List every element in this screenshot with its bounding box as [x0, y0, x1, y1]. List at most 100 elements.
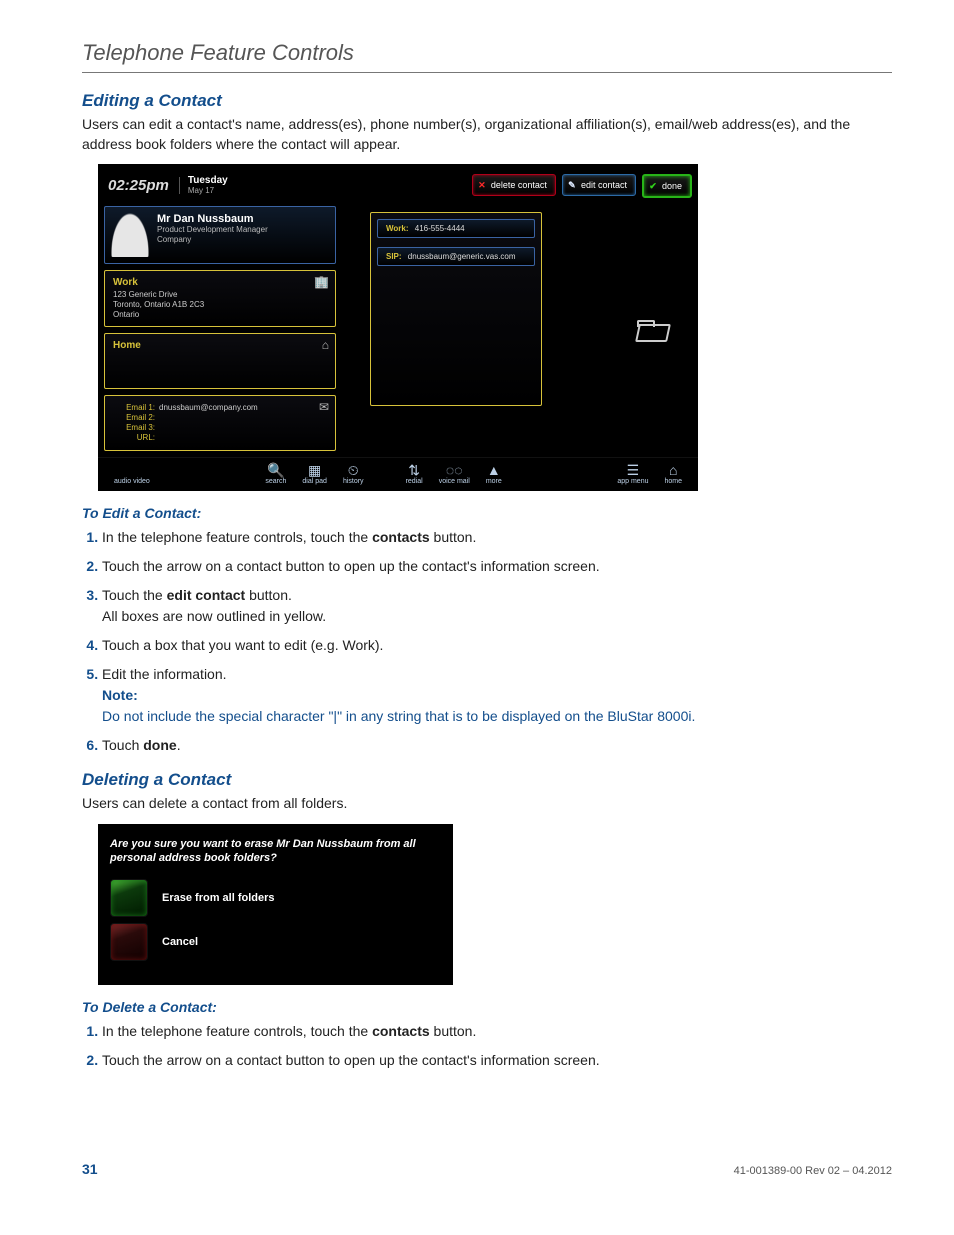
work-line1: 123 Generic Drive	[113, 290, 177, 299]
confirm-message: Are you sure you want to erase Mr Dan Nu…	[110, 838, 437, 866]
work-address-box[interactable]: 🏢 Work 123 Generic Drive Toronto, Ontari…	[104, 270, 336, 327]
step-1: In the telephone feature controls, touch…	[102, 527, 892, 548]
folder-icon[interactable]	[637, 318, 667, 340]
dstep-2: Touch the arrow on a contact button to o…	[102, 1050, 892, 1071]
clock-dow: Tuesday	[188, 175, 228, 186]
erase-label: Erase from all folders	[162, 892, 275, 904]
intro-editing: Users can edit a contact's name, address…	[82, 115, 892, 154]
voicemail-icon: ◌◌	[446, 462, 463, 478]
more-icon: ▲	[487, 462, 501, 478]
contact-role: Product Development Manager	[157, 225, 268, 235]
step-2: Touch the arrow on a contact button to o…	[102, 556, 892, 577]
intro-deleting: Users can delete a contact from all fold…	[82, 794, 892, 814]
subhead-edit: To Edit a Contact:	[82, 505, 892, 521]
avatar-icon	[111, 213, 149, 257]
heading-deleting: Deleting a Contact	[82, 770, 892, 790]
voicemail-label: voice mail	[439, 478, 470, 485]
work-title: Work	[113, 277, 327, 288]
heading-editing: Editing a Contact	[82, 91, 892, 111]
delete-contact-label: delete contact	[491, 180, 547, 190]
done-button[interactable]: ✔ done	[642, 174, 692, 198]
done-label: done	[662, 181, 682, 191]
edit-contact-label: edit contact	[581, 180, 627, 190]
running-head: Telephone Feature Controls	[82, 40, 892, 73]
cancel-button[interactable]	[110, 923, 148, 961]
home-address-box[interactable]: ⌂ Home	[104, 333, 336, 389]
step-4: Touch a box that you want to edit (e.g. …	[102, 635, 892, 656]
search-icon: 🔍	[267, 462, 284, 478]
appmenu-icon: ☰	[627, 462, 640, 478]
history-icon: ⏲	[348, 462, 359, 478]
email3-label: Email 3:	[113, 423, 159, 432]
email2-label: Email 2:	[113, 413, 159, 422]
contact-card[interactable]: Mr Dan Nussbaum Product Development Mana…	[104, 206, 336, 264]
clock-date: May 17	[188, 186, 214, 195]
device-clock: 02:25pm Tuesday May 17	[98, 170, 238, 200]
step-5: Edit the information. Note: Do not inclu…	[102, 664, 892, 727]
email1-value: dnussbaum@company.com	[159, 403, 258, 412]
home-title: Home	[113, 340, 327, 351]
step-6: Touch done.	[102, 735, 892, 756]
work-line3: Ontario	[113, 310, 139, 319]
search-label: search	[265, 478, 286, 485]
work-phone-row[interactable]: Work: 416-555-4444	[377, 219, 535, 238]
home-icon: ⌂	[669, 462, 677, 478]
device-edit-contact: 02:25pm Tuesday May 17 ✕ delete contact …	[98, 164, 698, 491]
sip-row[interactable]: SIP: dnussbaum@generic.vas.com	[377, 247, 535, 266]
note: Note: Do not include the special charact…	[102, 685, 892, 727]
erase-button[interactable]	[110, 879, 148, 917]
dialpad-label: dial pad	[302, 478, 327, 485]
pencil-icon: ✎	[567, 180, 577, 191]
redial-label: redial	[406, 478, 423, 485]
edit-steps: In the telephone feature controls, touch…	[82, 527, 892, 756]
contact-company: Company	[157, 235, 268, 245]
history-button[interactable]: ⏲history	[343, 462, 364, 485]
envelope-icon: ✉	[319, 400, 329, 414]
cancel-row[interactable]: Cancel	[110, 923, 437, 961]
phones-box[interactable]: Work: 416-555-4444 SIP: dnussbaum@generi…	[370, 212, 542, 406]
dialpad-icon: ▦	[308, 462, 321, 478]
home-button[interactable]: ⌂home	[664, 462, 682, 485]
revision: 41-001389-00 Rev 02 – 04.2012	[734, 1165, 892, 1177]
redial-icon: ⇅	[408, 462, 420, 478]
work-line2: Toronto, Ontario A1B 2C3	[113, 300, 204, 309]
clock-time: 02:25pm	[108, 177, 180, 194]
note-text: Do not include the special character "|"…	[102, 708, 695, 724]
audio-video-label: audio video	[114, 478, 150, 485]
building-icon: 🏢	[314, 275, 329, 289]
cancel-label: Cancel	[162, 936, 198, 948]
search-button[interactable]: 🔍search	[265, 462, 286, 485]
appmenu-button[interactable]: ☰app menu	[617, 462, 648, 485]
voicemail-button[interactable]: ◌◌voice mail	[439, 462, 470, 485]
check-icon: ✔	[648, 181, 658, 192]
subhead-delete: To Delete a Contact:	[82, 999, 892, 1015]
url-label: URL:	[113, 433, 159, 442]
redial-button[interactable]: ⇅redial	[406, 462, 423, 485]
email1-label: Email 1:	[113, 403, 159, 412]
audio-video-button[interactable]: audio video	[114, 462, 150, 485]
device-delete-confirm: Are you sure you want to erase Mr Dan Nu…	[98, 824, 453, 986]
work-phone-value: 416-555-4444	[415, 224, 465, 233]
appmenu-label: app menu	[617, 478, 648, 485]
more-label: more	[486, 478, 502, 485]
delete-steps: In the telephone feature controls, touch…	[82, 1021, 892, 1071]
delete-contact-button[interactable]: ✕ delete contact	[472, 174, 556, 196]
house-icon: ⌂	[322, 338, 329, 352]
page-footer: 31 41-001389-00 Rev 02 – 04.2012	[82, 1161, 892, 1177]
contact-name: Mr Dan Nussbaum	[157, 213, 268, 225]
sip-value: dnussbaum@generic.vas.com	[408, 252, 516, 261]
history-label: history	[343, 478, 364, 485]
emails-box[interactable]: ✉ Email 1:dnussbaum@company.com Email 2:…	[104, 395, 336, 451]
more-button[interactable]: ▲more	[486, 462, 502, 485]
step-3: Touch the edit contact button.All boxes …	[102, 585, 892, 627]
dstep-1: In the telephone feature controls, touch…	[102, 1021, 892, 1042]
x-icon: ✕	[477, 180, 487, 191]
home-label: home	[664, 478, 682, 485]
erase-row[interactable]: Erase from all folders	[110, 879, 437, 917]
sip-label: SIP:	[386, 252, 406, 261]
note-label: Note:	[102, 685, 892, 706]
edit-contact-button[interactable]: ✎ edit contact	[562, 174, 636, 196]
work-phone-label: Work:	[386, 224, 413, 233]
page-number: 31	[82, 1161, 98, 1177]
dialpad-button[interactable]: ▦dial pad	[302, 462, 327, 485]
